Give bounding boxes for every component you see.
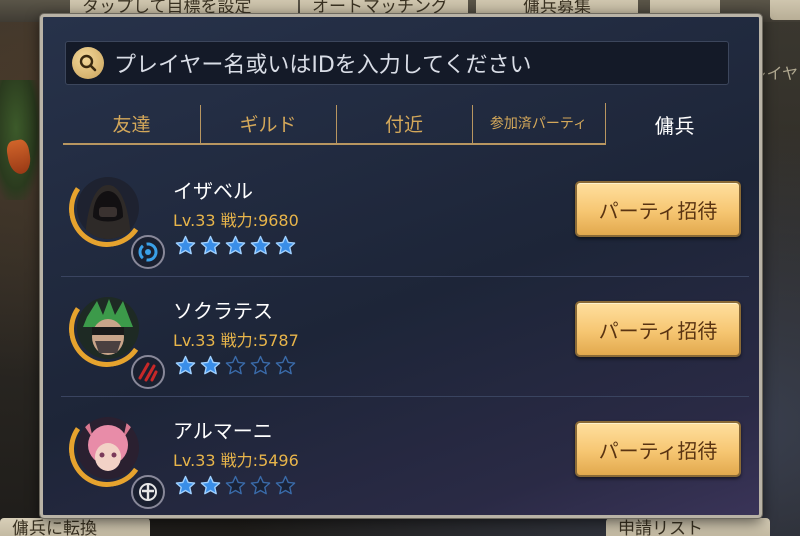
tab-guild[interactable]: ギルド bbox=[200, 103, 336, 145]
star-filled-icon bbox=[225, 235, 246, 256]
star-rating bbox=[175, 235, 296, 256]
player-name: ソクラテス bbox=[173, 299, 273, 323]
star-empty-icon bbox=[250, 355, 271, 376]
star-empty-icon bbox=[275, 355, 296, 376]
avatar[interactable] bbox=[62, 164, 165, 269]
search-icon[interactable] bbox=[72, 47, 104, 79]
avatar[interactable] bbox=[62, 404, 165, 509]
tab-joined-party[interactable]: 参加済パーティ bbox=[472, 103, 606, 145]
player-name: イザベル bbox=[173, 179, 253, 203]
player-stats: Lv.33 戦力:5496 bbox=[173, 451, 299, 470]
masked-character-portrait bbox=[77, 297, 139, 359]
hooded-character-portrait bbox=[77, 177, 139, 239]
player-name: アルマーニ bbox=[173, 419, 273, 443]
star-filled-icon bbox=[175, 355, 196, 376]
cross-class-icon bbox=[131, 475, 165, 509]
tab-bar: 友達 ギルド 付近 参加済パーティ 傭兵 bbox=[63, 103, 743, 145]
star-empty-icon bbox=[225, 355, 246, 376]
player-stats: Lv.33 戦力:9680 bbox=[173, 211, 299, 230]
search-input[interactable]: プレイヤー名或いはIDを入力してください bbox=[114, 47, 714, 79]
star-filled-icon bbox=[200, 235, 221, 256]
pink-haired-character-portrait bbox=[77, 417, 139, 479]
star-empty-icon bbox=[225, 475, 246, 496]
star-rating bbox=[175, 475, 296, 496]
search-bar[interactable]: プレイヤー名或いはIDを入力してください bbox=[65, 41, 729, 85]
red-claw-class-icon bbox=[131, 355, 165, 389]
tab-friends[interactable]: 友達 bbox=[63, 103, 200, 145]
list-item: アルマーニ Lv.33 戦力:5496 パーティ招待 bbox=[61, 397, 749, 515]
star-filled-icon bbox=[250, 235, 271, 256]
party-invite-button[interactable]: パーティ招待 bbox=[575, 421, 741, 477]
bg-application-list-button[interactable]: 申請リスト bbox=[606, 518, 770, 536]
star-empty-icon bbox=[275, 475, 296, 496]
party-invite-button[interactable]: パーティ招待 bbox=[575, 181, 741, 237]
star-filled-icon bbox=[175, 235, 196, 256]
mercenary-panel: プレイヤー名或いはIDを入力してください 友達 ギルド 付近 参加済パーティ 傭… bbox=[40, 14, 762, 518]
star-filled-icon bbox=[200, 355, 221, 376]
tab-mercenary[interactable]: 傭兵 bbox=[606, 103, 743, 145]
tab-nearby[interactable]: 付近 bbox=[336, 103, 472, 145]
star-filled-icon bbox=[275, 235, 296, 256]
star-filled-icon bbox=[175, 475, 196, 496]
list-item: イザベル Lv.33 戦力:9680 パーティ招待 bbox=[61, 157, 749, 277]
party-invite-button[interactable]: パーティ招待 bbox=[575, 301, 741, 357]
star-rating bbox=[175, 355, 296, 376]
star-empty-icon bbox=[250, 475, 271, 496]
list-item: ソクラテス Lv.33 戦力:5787 パーティ招待 bbox=[61, 277, 749, 397]
player-stats: Lv.33 戦力:5787 bbox=[173, 331, 299, 350]
bg-convert-mercenary-button[interactable]: 傭兵に転換 bbox=[0, 518, 150, 536]
cycle-class-icon bbox=[131, 235, 165, 269]
avatar[interactable] bbox=[62, 284, 165, 389]
bg-tab-edge bbox=[770, 0, 800, 20]
star-filled-icon bbox=[200, 475, 221, 496]
player-list: イザベル Lv.33 戦力:9680 パーティ招待 ソクラテス Lv.33 戦力… bbox=[61, 157, 749, 515]
